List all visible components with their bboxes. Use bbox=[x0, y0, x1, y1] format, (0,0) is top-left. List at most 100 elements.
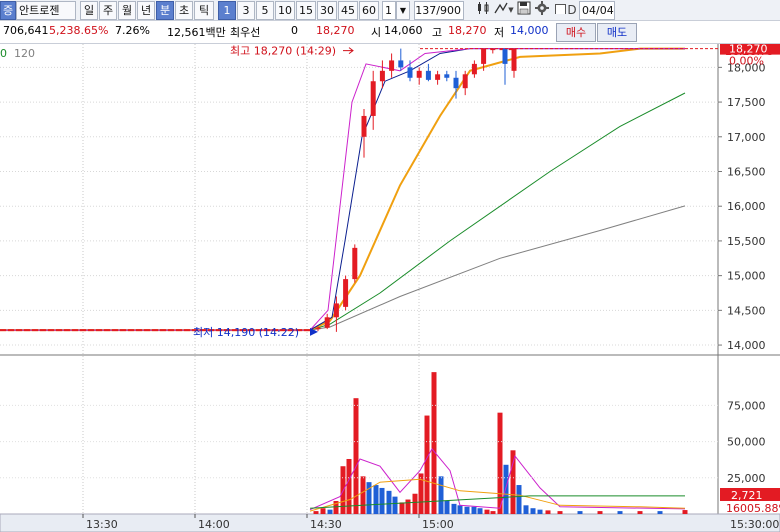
high-arrow-icon bbox=[343, 47, 354, 55]
save-icon[interactable] bbox=[516, 1, 532, 20]
period-week-button[interactable]: 주 bbox=[99, 1, 117, 20]
interval-1-button[interactable]: 1 bbox=[218, 1, 236, 20]
volume-bar bbox=[516, 485, 522, 514]
priority-label: 최우선 bbox=[230, 26, 261, 39]
interval-5-button[interactable]: 5 bbox=[256, 1, 274, 20]
volume-bar bbox=[457, 505, 463, 514]
candle-body bbox=[315, 327, 321, 330]
volume-bar bbox=[392, 496, 398, 514]
ma5-line bbox=[0, 48, 685, 331]
quote-bar: 706,641 5,238.65% 7.26% 12,561백만 최우선 0 1… bbox=[0, 21, 780, 44]
candle-body bbox=[416, 70, 422, 78]
candle-body bbox=[389, 60, 395, 71]
volume-bar bbox=[327, 509, 333, 514]
candle-type-icon[interactable] bbox=[476, 1, 492, 20]
candle-body bbox=[379, 70, 385, 82]
period-minute-button[interactable]: 분 bbox=[156, 1, 174, 20]
tool-dropdown-icon[interactable]: ▼ bbox=[508, 1, 514, 20]
interval-60-button[interactable]: 60 bbox=[359, 1, 379, 20]
candle-body bbox=[324, 317, 330, 328]
ma60-line bbox=[0, 92, 686, 331]
high-annotation: 최고 18,270 (14:29) bbox=[230, 45, 336, 58]
count-value: 137 bbox=[415, 4, 437, 17]
volume-bar bbox=[484, 509, 490, 514]
interval-10-button[interactable]: 10 bbox=[275, 1, 295, 20]
volume-bar bbox=[405, 499, 411, 514]
volume-bar bbox=[530, 508, 536, 514]
date-checkbox-label: D bbox=[567, 3, 577, 17]
volume-bar bbox=[557, 511, 563, 514]
candle-body bbox=[471, 63, 477, 75]
volume-bar bbox=[523, 505, 529, 514]
candle-body bbox=[481, 48, 487, 64]
period-second-button[interactable]: 초 bbox=[175, 1, 193, 20]
current-pct-tag: 0.00% bbox=[729, 55, 764, 68]
trade-amount: 12,561백만 bbox=[167, 26, 226, 39]
volume-bar bbox=[545, 510, 551, 514]
ma10-line bbox=[0, 48, 685, 331]
market-badge: 증 bbox=[0, 1, 16, 20]
price-tick-label: 14,500 bbox=[727, 304, 766, 317]
chart-toolbar: 증 안트로젠 일 주 월 년 분 초 틱 1 3 5 10 15 30 45 6… bbox=[0, 0, 780, 21]
price-tick-label: 15,500 bbox=[727, 235, 766, 248]
volume-bar bbox=[682, 510, 688, 514]
period-year-button[interactable]: 년 bbox=[137, 1, 155, 20]
high-label: 고 bbox=[432, 26, 443, 39]
change-percent: 7.26% bbox=[115, 24, 150, 37]
volume-bar bbox=[490, 511, 496, 514]
line-tool-icon[interactable] bbox=[494, 1, 508, 20]
period-tick-button[interactable]: 틱 bbox=[194, 1, 214, 20]
volume-ratio: 5,238.65% bbox=[49, 24, 109, 37]
date-input[interactable]: 04/04 bbox=[579, 1, 615, 20]
ma-legend-indicator: 0 bbox=[0, 47, 7, 60]
gear-icon[interactable] bbox=[534, 1, 550, 20]
interval-45-button[interactable]: 45 bbox=[338, 1, 358, 20]
candle-body bbox=[343, 279, 349, 307]
price-tick-label: 17,500 bbox=[727, 96, 766, 109]
price-tick-label: 16,000 bbox=[727, 200, 766, 213]
end-time-label: 15:30:00 bbox=[730, 518, 779, 531]
low-price: 14,000 bbox=[510, 24, 549, 37]
candle-body bbox=[425, 70, 431, 80]
candle-body bbox=[361, 115, 367, 137]
high-price: 18,270 bbox=[448, 24, 487, 37]
volume-bar bbox=[313, 511, 319, 514]
time-tick-label: 13:30 bbox=[86, 518, 118, 531]
volume-bar bbox=[464, 506, 470, 514]
sell-button[interactable]: 매도 bbox=[597, 23, 637, 42]
volume-bar bbox=[431, 372, 437, 514]
interval-15-button[interactable]: 15 bbox=[296, 1, 316, 20]
time-tick-label: 14:00 bbox=[198, 518, 230, 531]
volume-bar bbox=[637, 511, 643, 514]
volume-bar bbox=[503, 464, 509, 514]
interval-30-button[interactable]: 30 bbox=[317, 1, 337, 20]
volume-bar bbox=[577, 511, 583, 514]
volume-bar bbox=[477, 508, 483, 514]
volume-bar bbox=[379, 487, 385, 514]
interval-3-button[interactable]: 3 bbox=[237, 1, 255, 20]
low-annotation: 최저 14,190 (14:22) bbox=[193, 326, 299, 339]
volume-bar bbox=[366, 482, 372, 514]
count-input[interactable]: 137/900 bbox=[414, 1, 464, 20]
candle-body bbox=[502, 48, 508, 64]
volume-tag: 2,721 bbox=[731, 489, 763, 502]
price-chart[interactable]: 14,000 14,500 15,000 15,500 16,000 16,500 17,0… bbox=[0, 44, 780, 532]
time-tick-label: 14:30 bbox=[310, 518, 342, 531]
stock-name-field[interactable]: 안트로젠 bbox=[16, 1, 76, 20]
price-tick-label: 16,500 bbox=[727, 165, 766, 178]
current-price: 18,270 bbox=[316, 24, 355, 37]
interval-input[interactable]: 1 bbox=[382, 1, 396, 20]
ma120-line bbox=[0, 205, 686, 331]
candle-body bbox=[462, 74, 468, 89]
interval-dropdown-icon[interactable]: ▼ bbox=[396, 1, 410, 20]
volume-bar bbox=[438, 476, 444, 514]
volume-bar bbox=[424, 415, 430, 514]
volume-tick-label: 75,000 bbox=[727, 399, 766, 412]
volume-bar bbox=[373, 485, 379, 514]
date-checkbox[interactable] bbox=[554, 1, 567, 20]
period-month-button[interactable]: 월 bbox=[118, 1, 136, 20]
candle-body bbox=[398, 60, 404, 68]
buy-button[interactable]: 매수 bbox=[556, 23, 596, 42]
period-day-button[interactable]: 일 bbox=[80, 1, 98, 20]
volume-tick-label: 25,000 bbox=[727, 472, 766, 485]
